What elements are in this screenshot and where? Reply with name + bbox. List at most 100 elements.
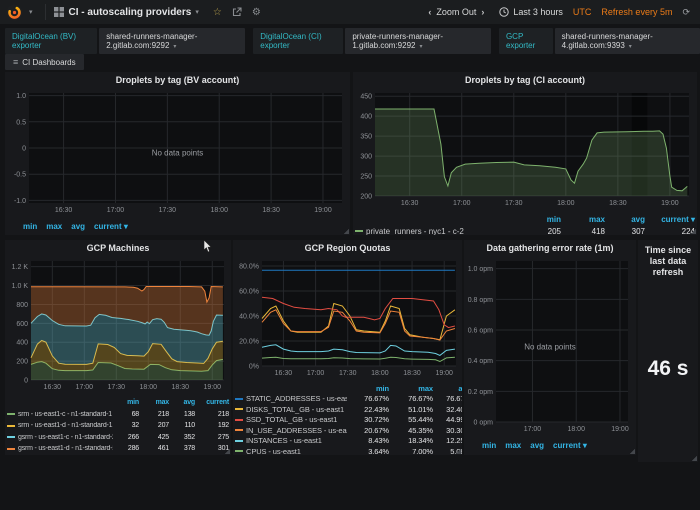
legend-link-min[interactable]: min — [23, 222, 37, 231]
svg-text:0.5: 0.5 — [16, 119, 26, 126]
svg-text:18:30: 18:30 — [403, 370, 421, 377]
refresh-interval-button[interactable]: Refresh every 5m — [601, 7, 672, 17]
panel-title[interactable]: Droplets by tag (CI account) — [355, 74, 695, 87]
zoom-out-left-chevron-icon[interactable]: ‹ — [423, 7, 436, 17]
sidemenu-caret-icon[interactable]: ▾ — [29, 8, 33, 16]
series-color-swatch — [235, 408, 243, 410]
variable-value-dropdown[interactable]: private-runners-manager-1.gitlab.com:929… — [345, 28, 491, 54]
grafana-logo[interactable] — [6, 4, 23, 21]
legend-value: 205 — [517, 227, 561, 236]
legend-series-row: CPUS - us-east13.64%7.00%5.08%7 — [235, 446, 462, 455]
legend-value: 76.67% — [433, 394, 462, 403]
droplets-bv-chart[interactable]: 16:3017:0017:3018:0018:3019:001.00.50-0.… — [7, 87, 348, 214]
legend-value: 138 — [169, 411, 195, 418]
svg-text:19:00: 19:00 — [435, 370, 453, 377]
svg-text:0: 0 — [22, 146, 26, 153]
svg-text:19:00: 19:00 — [204, 384, 222, 391]
panel-title[interactable]: Data gathering error rate (1m) — [466, 242, 634, 255]
legend-value: 286 — [113, 445, 139, 452]
svg-text:17:00: 17:00 — [524, 426, 542, 433]
share-icon[interactable] — [232, 7, 242, 17]
variable-gcp: GCP exporter shared-runners-manager-4.gi… — [499, 28, 700, 54]
legend-column-max[interactable]: max — [139, 399, 169, 406]
series-name[interactable]: SSD_TOTAL_GB - us-east1 — [246, 415, 337, 424]
dashboard-title[interactable]: CI - autoscaling providers — [69, 7, 192, 18]
svg-text:16:30: 16:30 — [275, 370, 293, 377]
legend-column-min[interactable]: min — [347, 384, 389, 393]
refresh-icon[interactable]: ⟳ — [682, 7, 690, 18]
svg-text:400: 400 — [360, 114, 372, 121]
error-rate-chart[interactable]: 17:0018:0019:001.0 opm0.8 opm0.6 opm0.4 … — [466, 255, 634, 433]
svg-text:800: 800 — [16, 302, 28, 309]
series-name[interactable]: srm - us-east1-d - n1-standard-1 — [18, 422, 112, 429]
legend-link-max[interactable]: max — [46, 222, 62, 231]
chevron-down-icon: ▾ — [419, 44, 422, 50]
droplets-ci-chart[interactable]: 16:3017:0017:3018:0018:3019:004504003503… — [355, 87, 695, 207]
legend-column-avg[interactable]: avg — [433, 384, 462, 393]
legend-column-min[interactable]: min — [113, 399, 139, 406]
svg-text:20.0%: 20.0% — [239, 339, 259, 346]
legend-column-max[interactable]: max — [561, 215, 605, 224]
svg-text:0%: 0% — [249, 364, 259, 371]
legend-link-min[interactable]: min — [482, 441, 496, 450]
settings-gear-icon[interactable]: ⚙ — [252, 7, 261, 18]
variable-do-bv: DigitalOcean (BV) exporter shared-runner… — [5, 28, 245, 54]
legend-column-max[interactable]: max — [389, 384, 433, 393]
series-name[interactable]: private_runners - nyc1 - c-2 — [366, 227, 464, 236]
series-name[interactable]: STATIC_ADDRESSES - us-east1 — [246, 394, 347, 403]
svg-text:18:00: 18:00 — [210, 207, 228, 214]
ci-dashboards-link[interactable]: ≡ CI Dashboards — [5, 54, 84, 70]
svg-text:350: 350 — [360, 134, 372, 141]
legend-value: 20.67% — [347, 426, 389, 435]
series-name[interactable]: gsrm - us-east1-d - n1-standard-2 — [18, 445, 113, 452]
panel-title[interactable]: GCP Region Quotas — [235, 242, 460, 255]
legend-series-row: IN_USE_ADDRESSES - us-east120.67%45.35%3… — [235, 425, 462, 436]
panel-title[interactable]: Time since last data refresh — [640, 242, 696, 278]
legend-link-avg[interactable]: avg — [530, 441, 544, 450]
zoom-out-right-chevron-icon[interactable]: › — [476, 7, 489, 17]
series-name[interactable]: IN_USE_ADDRESSES - us-east1 — [246, 426, 347, 435]
svg-text:17:30: 17:30 — [505, 200, 523, 207]
panel-title[interactable]: Droplets by tag (BV account) — [7, 74, 348, 87]
legend-value: 68 — [113, 411, 139, 418]
legend-column-min[interactable]: min — [517, 215, 561, 224]
legend-link-current[interactable]: current ▾ — [94, 222, 128, 231]
svg-text:-1.0: -1.0 — [14, 198, 26, 205]
variable-value-dropdown[interactable]: shared-runners-manager-4.gitlab.com:9393… — [555, 28, 700, 54]
series-name[interactable]: gsrm - us-east1-c - n1-standard-2 — [18, 434, 113, 441]
series-color-swatch — [7, 413, 15, 415]
dashboard-title-caret-icon[interactable]: ▾ — [195, 8, 199, 16]
svg-text:200: 200 — [16, 359, 28, 366]
navbar: ▾ CI - autoscaling providers ▾ ☆ ⚙ — [0, 0, 700, 24]
legend-link-max[interactable]: max — [505, 441, 521, 450]
legend-column-avg[interactable]: avg — [169, 399, 195, 406]
svg-text:18:00: 18:00 — [567, 426, 585, 433]
legend-value: 207 — [139, 422, 169, 429]
panel-title[interactable]: GCP Machines — [7, 242, 229, 255]
variable-value-dropdown[interactable]: shared-runners-manager-2.gitlab.com:9292… — [99, 28, 245, 54]
series-name[interactable]: CPUS - us-east1 — [246, 447, 301, 455]
svg-text:80.0%: 80.0% — [239, 264, 259, 271]
variable-label: DigitalOcean (CI) exporter — [253, 28, 343, 54]
svg-text:0.2 opm: 0.2 opm — [468, 389, 493, 396]
timezone-label[interactable]: UTC — [573, 7, 592, 17]
legend-link-avg[interactable]: avg — [71, 222, 85, 231]
time-range-button[interactable]: Last 3 hours — [513, 7, 563, 17]
legend-column-avg[interactable]: avg — [605, 215, 645, 224]
gcp-machines-chart[interactable]: 16:3017:0017:3018:0018:3019:001.2 K1.0 K… — [7, 255, 229, 391]
legend-value: 12.25% — [433, 436, 462, 445]
list-icon: ≡ — [13, 57, 18, 67]
legend-link-current[interactable]: current ▾ — [553, 441, 587, 450]
star-icon[interactable]: ☆ — [213, 7, 222, 18]
series-name[interactable]: srm - us-east1-c - n1-standard-1 — [18, 411, 112, 418]
legend-column-current[interactable]: current — [195, 399, 229, 406]
clock-icon — [499, 7, 509, 17]
series-name[interactable]: DISKS_TOTAL_GB - us-east1 — [246, 405, 344, 414]
legend-series-row: INSTANCES - us-east18.43%18.34%12.25%1 — [235, 436, 462, 447]
zoom-out-button[interactable]: Zoom Out — [436, 7, 476, 17]
legend-table: minmaxavgcurSTATIC_ADDRESSES - us-east17… — [235, 382, 462, 455]
gcp-quotas-chart[interactable]: 16:3017:0017:3018:0018:3019:0080.0%60.0%… — [235, 255, 460, 377]
series-name[interactable]: INSTANCES - us-east1 — [246, 436, 322, 445]
legend-column-current[interactable]: current ▾ — [645, 215, 695, 224]
legend-series-row: SSD_TOTAL_GB - us-east130.72%55.44%44.99… — [235, 415, 462, 426]
